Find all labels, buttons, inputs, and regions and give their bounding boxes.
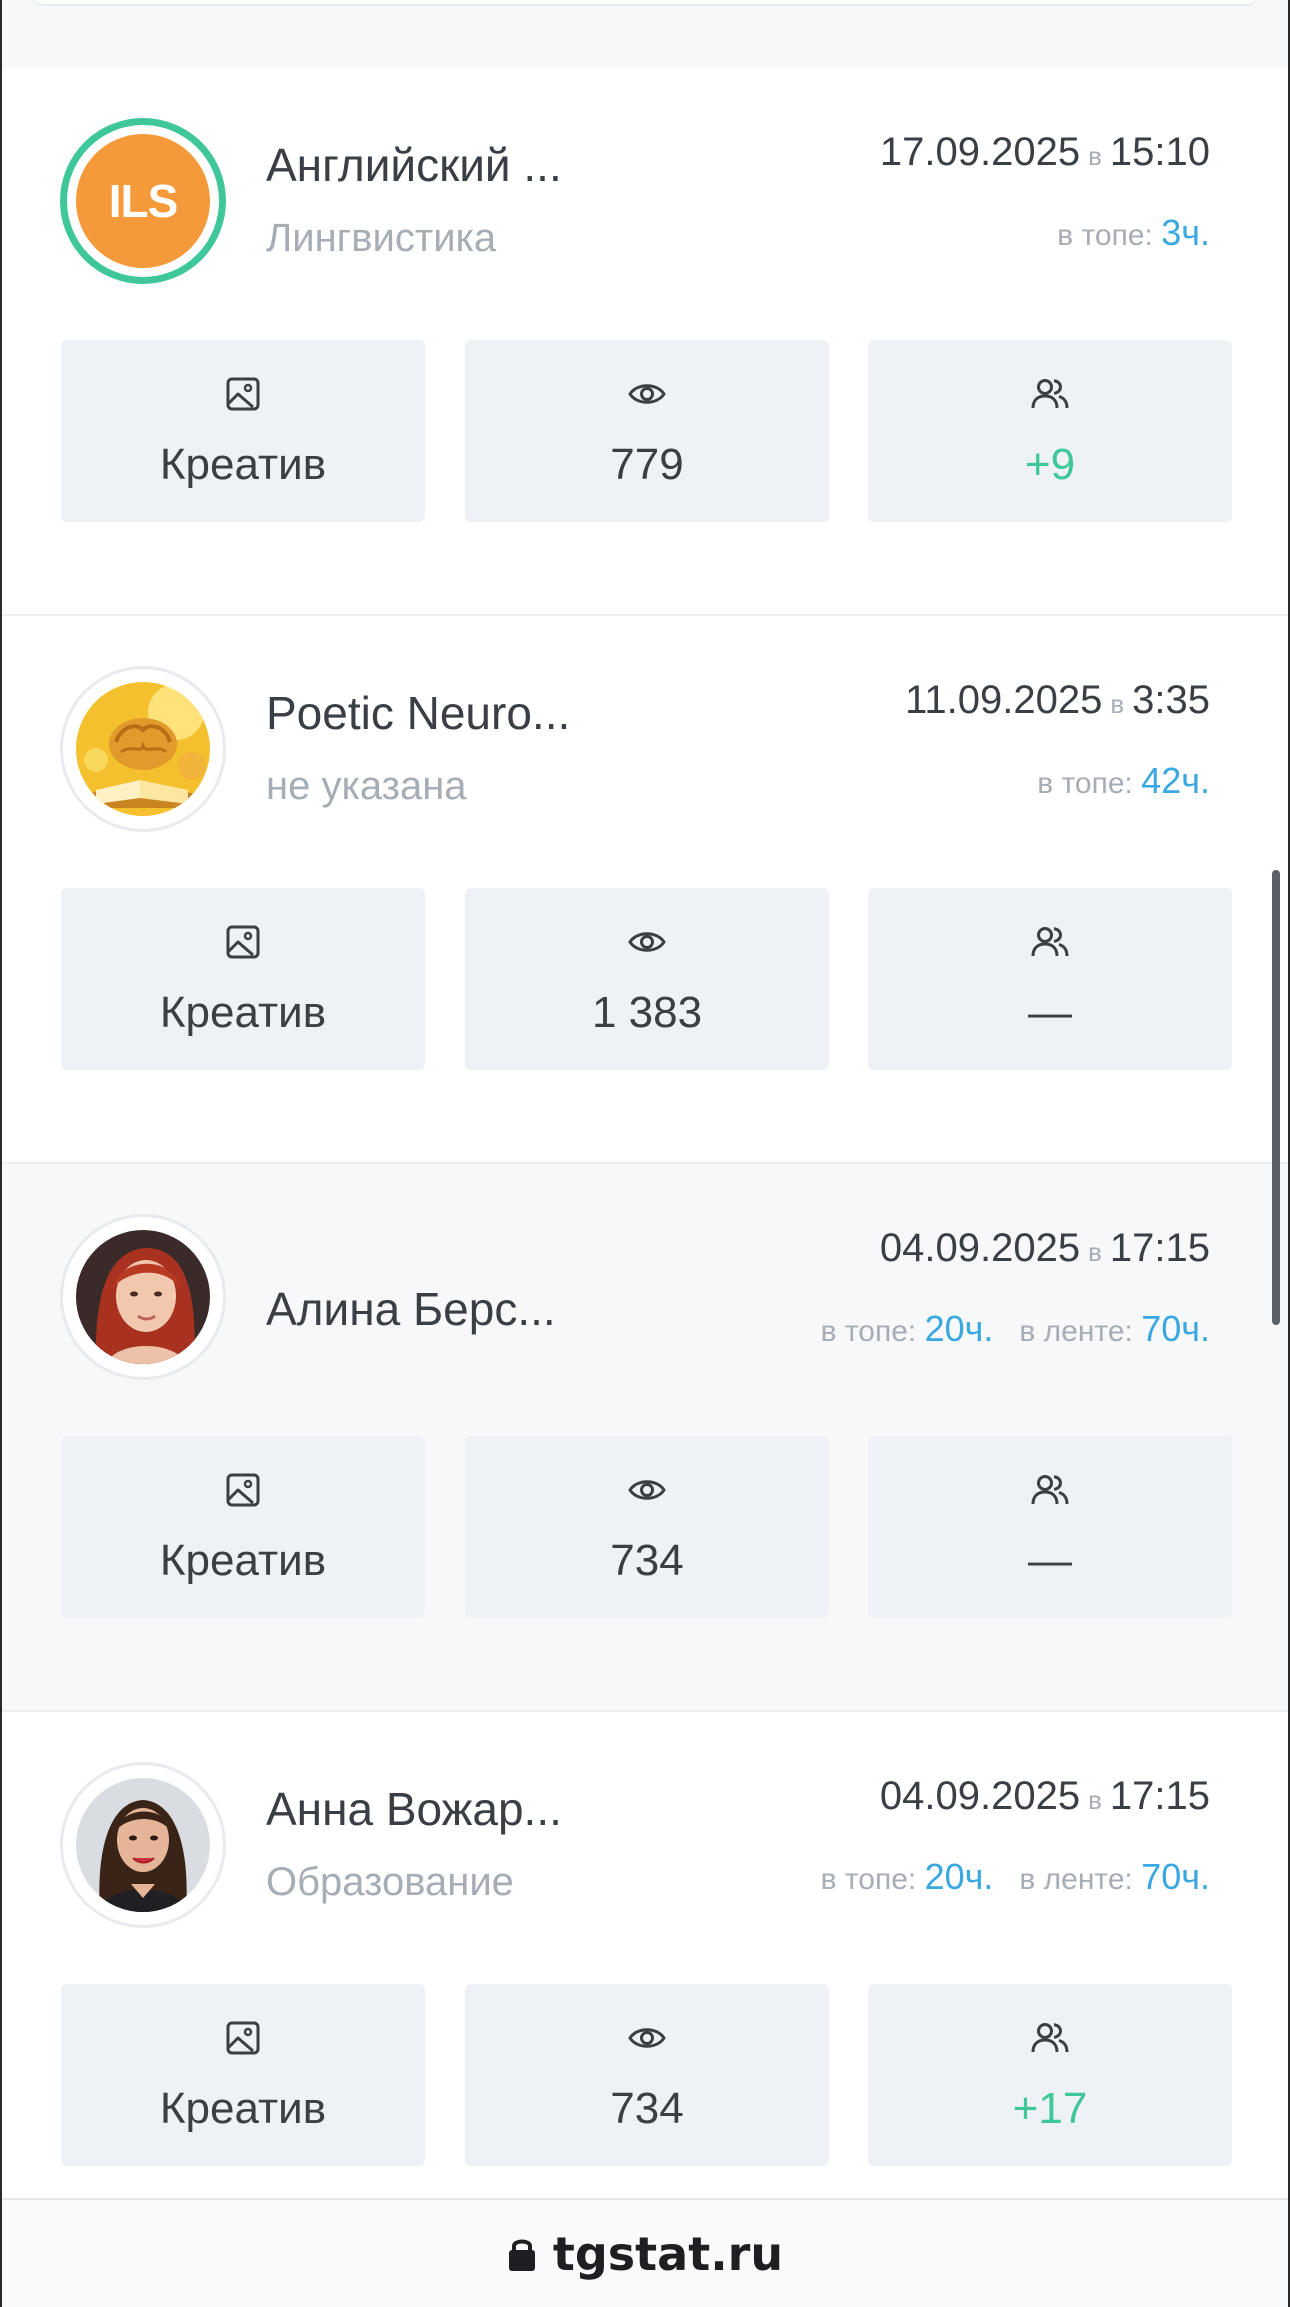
feed-label: в ленте: xyxy=(1019,1315,1133,1348)
subscribers-delta: +9 xyxy=(1024,440,1076,489)
post-datetime: 17.09.2025 в 15:10 xyxy=(880,130,1210,175)
creative-button[interactable]: Креатив xyxy=(61,1436,425,1618)
channel-title[interactable]: Английский ... xyxy=(266,138,562,192)
feed-duration: 70ч. xyxy=(1141,1856,1210,1897)
post-time: 17:15 xyxy=(1109,1226,1210,1270)
post-datetime: 04.09.2025 в 17:15 xyxy=(880,1226,1210,1271)
subscribers-stat: — xyxy=(868,1436,1232,1618)
eye-icon xyxy=(627,1470,667,1510)
eye-icon xyxy=(627,2018,667,2058)
post-time: 17:15 xyxy=(1109,1774,1210,1818)
views-count: 779 xyxy=(610,440,684,489)
post-date: 04.09.2025 xyxy=(879,1774,1081,1818)
users-icon xyxy=(1030,922,1070,962)
date-separator: в xyxy=(1088,1237,1102,1267)
domain-text: tgstat.ru xyxy=(552,2226,784,2281)
creative-label: Креатив xyxy=(159,988,327,1037)
post-feed: ILS Английский ... Лингвистика 17.09.202… xyxy=(2,0,1288,2307)
channel-title[interactable]: Анна Вожар... xyxy=(266,1782,562,1836)
creative-button[interactable]: Креатив xyxy=(61,888,425,1070)
channel-title[interactable]: Алина Берс... xyxy=(266,1282,556,1336)
image-icon xyxy=(223,2018,263,2058)
subscribers-delta: — xyxy=(1028,1536,1072,1585)
top-duration: 3ч. xyxy=(1161,212,1210,253)
top-duration: 20ч. xyxy=(924,1856,994,1897)
views-stat: 734 xyxy=(465,1984,829,2166)
subscribers-stat: — xyxy=(868,888,1232,1070)
eye-icon xyxy=(627,922,667,962)
channel-avatar[interactable]: ILS xyxy=(60,118,226,284)
feed-duration: 70ч. xyxy=(1141,1308,1210,1349)
date-separator: в xyxy=(1088,141,1102,171)
channel-title[interactable]: Poetic Neuro... xyxy=(266,686,570,740)
ils-logo: ILS xyxy=(76,134,210,268)
subscribers-stat: +17 xyxy=(868,1984,1232,2166)
channel-category: Лингвистика xyxy=(266,216,497,260)
post-placement: в топе: 3ч. xyxy=(1057,212,1210,254)
subscribers-stat: +9 xyxy=(868,340,1232,522)
channel-category: Образование xyxy=(266,1860,514,1904)
top-label: в топе: xyxy=(820,1315,917,1348)
image-icon xyxy=(223,1470,263,1510)
post-date: 04.09.2025 xyxy=(879,1226,1081,1270)
post-placement: в топе: 42ч. xyxy=(1037,760,1210,802)
site-domain[interactable]: tgstat.ru xyxy=(507,2227,783,2281)
creative-button[interactable]: Креатив xyxy=(61,1984,425,2166)
post-datetime: 11.09.2025 в 3:35 xyxy=(905,678,1210,723)
browser-address-bar[interactable]: tgstat.ru xyxy=(2,2198,1288,2307)
top-label: в топе: xyxy=(1057,219,1153,252)
creative-button[interactable]: Креатив xyxy=(61,340,425,522)
views-count: 734 xyxy=(610,2084,684,2133)
creative-label: Креатив xyxy=(159,2084,327,2133)
top-duration: 20ч. xyxy=(924,1308,994,1349)
channel-avatar[interactable] xyxy=(60,666,226,832)
post-placement: в топе: 20ч. в ленте: 70ч. xyxy=(821,1308,1210,1350)
post-time: 3:35 xyxy=(1132,678,1210,722)
brain-artwork-image xyxy=(76,682,210,816)
post-card[interactable]: Алина Берс... 04.09.2025 в 17:15 в топе: 2… xyxy=(2,1164,1288,1712)
post-datetime: 04.09.2025 в 17:15 xyxy=(880,1774,1210,1819)
channel-category: не указана xyxy=(266,764,467,808)
views-stat: 779 xyxy=(465,340,829,522)
post-card[interactable]: Poetic Neuro... не указана 11.09.2025 в 3:… xyxy=(2,616,1288,1164)
creative-label: Креатив xyxy=(159,1536,327,1585)
users-icon xyxy=(1030,374,1070,414)
post-card[interactable]: ILS Английский ... Лингвистика 17.09.202… xyxy=(2,68,1288,616)
views-stat: 1 383 xyxy=(465,888,829,1070)
creative-label: Креатив xyxy=(159,440,327,489)
views-count: 734 xyxy=(610,1536,684,1585)
feed-label: в ленте: xyxy=(1019,1863,1133,1896)
views-count: 1 383 xyxy=(591,988,703,1037)
scrollbar[interactable] xyxy=(1272,870,1280,1325)
date-separator: в xyxy=(1088,1785,1102,1815)
profile-photo xyxy=(76,1230,210,1364)
lock-icon xyxy=(507,2235,537,2273)
top-duration: 42ч. xyxy=(1141,760,1210,801)
eye-icon xyxy=(627,374,667,414)
top-label: в топе: xyxy=(820,1863,917,1896)
views-stat: 734 xyxy=(465,1436,829,1618)
previous-card-edge xyxy=(2,0,1288,68)
date-separator: в xyxy=(1110,689,1125,719)
image-icon xyxy=(223,922,263,962)
subscribers-delta: — xyxy=(1028,988,1072,1037)
users-icon xyxy=(1030,2018,1070,2058)
top-label: в топе: xyxy=(1037,767,1133,800)
post-date: 11.09.2025 xyxy=(905,678,1103,722)
subscribers-delta: +17 xyxy=(1012,2084,1088,2133)
post-date: 17.09.2025 xyxy=(879,130,1081,174)
image-icon xyxy=(223,374,263,414)
profile-photo xyxy=(76,1778,210,1912)
post-time: 15:10 xyxy=(1109,130,1210,174)
post-card[interactable]: Анна Вожар... Образование 04.09.2025 в 17:… xyxy=(2,1712,1288,2198)
channel-avatar[interactable] xyxy=(60,1214,226,1380)
users-icon xyxy=(1030,1470,1070,1510)
post-placement: в топе: 20ч. в ленте: 70ч. xyxy=(821,1856,1210,1898)
channel-avatar[interactable] xyxy=(60,1762,226,1928)
